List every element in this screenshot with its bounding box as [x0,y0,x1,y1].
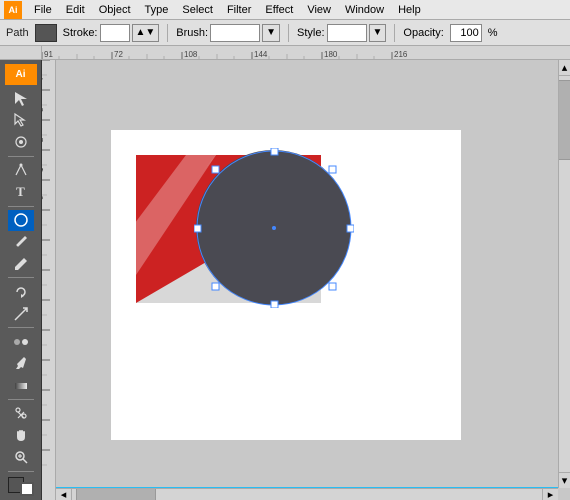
style-dropdown-btn[interactable]: ▼ [369,24,387,42]
scissors-tool[interactable] [8,403,34,424]
toolbar-sep3 [8,277,34,278]
scrollbar-h-left-btn[interactable]: ◂ [56,489,72,500]
magic-wand-tool[interactable] [8,132,34,153]
brush-dropdown-btn[interactable]: ▼ [262,24,280,42]
direct-selection-tool[interactable] [8,110,34,131]
opacity-unit: % [488,27,498,39]
menu-select[interactable]: Select [176,2,219,18]
brush-label: Brush: [176,27,208,39]
scrollbar-v-up-btn[interactable]: ▴ [559,60,570,76]
ruler-corner [0,46,42,60]
menu-file[interactable]: File [28,2,58,18]
svg-text:108: 108 [184,50,198,59]
menu-type[interactable]: Type [139,2,175,18]
gradient-tool[interactable] [8,375,34,396]
artwork-container [136,155,346,310]
svg-text:0: 0 [42,195,45,200]
brush-value-input[interactable] [210,24,260,42]
ellipse-tool[interactable] [8,210,34,231]
stroke-dropdown-btn[interactable]: ▲▼ [132,24,160,42]
ruler-row: 91 72 108 144 180 216 [0,46,570,60]
toolbar: Ai T [0,60,42,500]
toolbar-sep6 [8,471,34,472]
canvas-area[interactable]: ◂ ▸ ▴ ▾ [56,60,570,500]
scrollbar-h-right-btn[interactable]: ▸ [542,489,558,500]
menu-effect[interactable]: Effect [259,2,299,18]
scrollbar-h-thumb[interactable] [76,489,156,500]
circle-object [196,150,351,305]
opacity-input[interactable] [450,24,482,42]
menu-help[interactable]: Help [392,2,427,18]
color-swatches[interactable] [8,477,34,496]
sep1 [167,24,168,42]
scale-tool[interactable] [8,303,34,324]
main-area: Ai T [0,60,570,500]
toolbar-sep2 [8,206,34,207]
options-bar: Path Stroke: ▲▼ Brush: ▼ Style: ▼ Opacit… [0,20,570,46]
svg-text:216: 216 [394,50,408,59]
ai-tool-badge: Ai [5,64,37,85]
pen-tool[interactable] [8,160,34,181]
scrollbar-horizontal[interactable]: ◂ ▸ [56,488,558,500]
style-label: Style: [297,27,325,39]
svg-text:180: 180 [324,50,338,59]
scrollbar-v-down-btn[interactable]: ▾ [559,472,570,488]
toolbar-sep4 [8,327,34,328]
ruler-horizontal: 91 72 108 144 180 216 [42,46,570,60]
svg-text:144: 144 [254,50,268,59]
style-control: Style: ▼ [297,24,386,42]
scrollbar-corner [558,488,570,500]
svg-text:2: 2 [42,137,45,142]
zoom-tool[interactable] [8,447,34,468]
eyedropper-tool[interactable] [8,353,34,374]
sep3 [394,24,395,42]
type-tool[interactable]: T [8,182,34,203]
selection-tool[interactable] [8,88,34,109]
scrollbar-v-thumb[interactable] [559,80,570,160]
menu-window[interactable]: Window [339,2,390,18]
app-logo: Ai [4,1,22,19]
menu-object[interactable]: Object [93,2,137,18]
scrollbar-vertical[interactable]: ▴ ▾ [558,60,570,488]
svg-text:91: 91 [44,50,53,59]
rotate-tool[interactable] [8,281,34,302]
canvas-container: 4 3 2 1 0 [42,60,570,500]
stroke-value-input[interactable] [100,24,130,42]
svg-text:72: 72 [114,50,123,59]
paintbrush-tool[interactable] [8,232,34,253]
brush-control: Brush: ▼ [176,24,280,42]
toolbar-sep1 [8,156,34,157]
svg-text:3: 3 [42,107,45,112]
menu-edit[interactable]: Edit [60,2,91,18]
stroke-control: Stroke: ▲▼ [63,24,160,42]
menu-view[interactable]: View [301,2,337,18]
toolbar-sep5 [8,399,34,400]
svg-text:4: 4 [42,77,45,82]
style-value-input[interactable] [327,24,367,42]
menu-bar: Ai File Edit Object Type Select Filter E… [0,0,570,20]
path-label: Path [6,27,29,39]
menu-filter[interactable]: Filter [221,2,257,18]
pencil-tool[interactable] [8,254,34,275]
sep2 [288,24,289,42]
opacity-label: Opacity: [403,27,443,39]
svg-text:1: 1 [42,167,45,172]
fill-color-swatch[interactable] [35,24,57,42]
stroke-swatch[interactable] [20,482,34,496]
stroke-label: Stroke: [63,27,98,39]
ruler-vertical: 4 3 2 1 0 [42,60,56,500]
hand-tool[interactable] [8,425,34,446]
blend-tool[interactable] [8,331,34,352]
